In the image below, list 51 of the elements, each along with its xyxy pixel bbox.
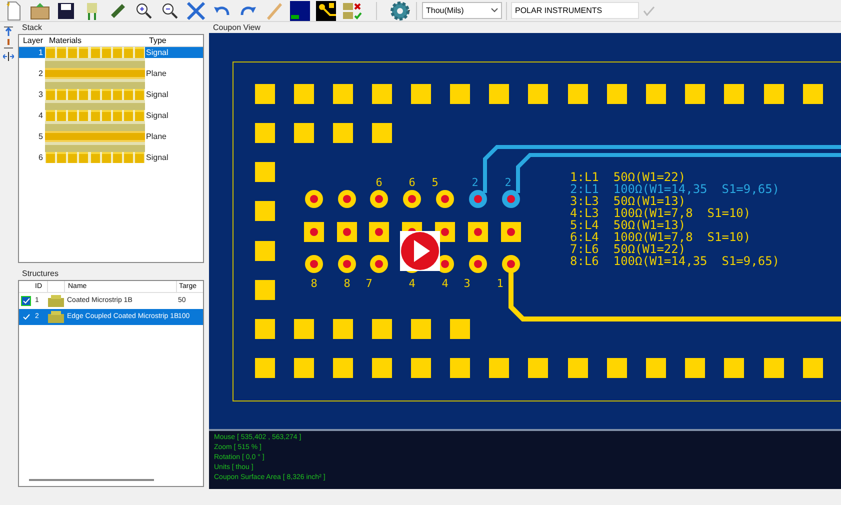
legend-line: 5:L4 50Ω(W1=13)	[570, 218, 686, 232]
pin-label: 4	[408, 277, 416, 290]
chevron-down-icon	[491, 8, 498, 13]
pin-label: 6	[408, 176, 416, 189]
structure-icon	[48, 311, 64, 323]
legend-line: 7:L6 50Ω(W1=22)	[570, 242, 686, 256]
panel-title: Stack	[21, 23, 44, 33]
color-map-icon[interactable]	[288, 0, 312, 22]
layer-row[interactable]: 2 Plane	[19, 68, 203, 79]
pin-label: 7	[366, 277, 372, 290]
settings-icon[interactable]	[389, 0, 411, 22]
layer-row[interactable]: 6 Signal	[19, 152, 203, 163]
units-dropdown[interactable]: Thou(Mils)	[422, 2, 502, 19]
structure-icon	[48, 295, 64, 307]
trace-icon[interactable]	[314, 0, 338, 22]
title-input-field[interactable]: POLAR INSTRUMENTS	[511, 2, 639, 19]
checklist-icon[interactable]	[340, 0, 364, 22]
layer-row[interactable]: 4 Signal	[19, 110, 203, 121]
layer-row[interactable]: 5 Plane	[19, 131, 203, 142]
fit-view-icon[interactable]	[184, 0, 208, 22]
pin-label: 6	[376, 176, 382, 189]
column-header: Layer	[22, 35, 44, 46]
move-up-icon[interactable]	[4, 26, 12, 36]
scrollbar[interactable]	[29, 479, 154, 481]
pin-label: 4	[442, 277, 448, 290]
legend-line: 1:L1 50Ω(W1=22)	[570, 170, 686, 184]
move-down-icon[interactable]	[4, 39, 12, 49]
folder-icon[interactable]	[28, 0, 52, 22]
pin-label: 2	[472, 176, 478, 189]
legend-line: 6:L4 100Ω(W1=7,8 S1=10)	[570, 230, 751, 244]
checkbox[interactable]	[21, 312, 31, 322]
pin-label: 2	[504, 176, 512, 189]
legend-line: 3:L3 50Ω(W1=13)	[570, 194, 686, 208]
layer-row[interactable]: 3 Signal	[19, 89, 203, 100]
checkbox[interactable]	[21, 296, 31, 306]
pin-label: 3	[464, 277, 470, 290]
pin-label: 8	[310, 277, 318, 290]
check-icon[interactable]	[643, 6, 655, 16]
play-button-icon[interactable]	[400, 231, 440, 271]
legend-line: 8:L6 100Ω(W1=14,35 S1=9,65)	[570, 254, 780, 268]
column-header: Materials	[48, 35, 82, 46]
pin-label: 8	[344, 277, 350, 290]
panel-title: Structures	[21, 269, 60, 279]
split-icon[interactable]	[2, 52, 14, 61]
layer-row[interactable]: 1 Signal	[19, 47, 203, 58]
legend-line: 4:L3 100Ω(W1=7,8 S1=10)	[570, 206, 751, 220]
panel-title: Coupon View	[212, 23, 262, 33]
column-header: Type	[148, 35, 168, 46]
pin-label: 5	[432, 176, 438, 189]
pin-label: 1	[496, 277, 504, 290]
legend-line: 2:L1 100Ω(W1=14,35 S1=9,65)	[570, 182, 780, 196]
